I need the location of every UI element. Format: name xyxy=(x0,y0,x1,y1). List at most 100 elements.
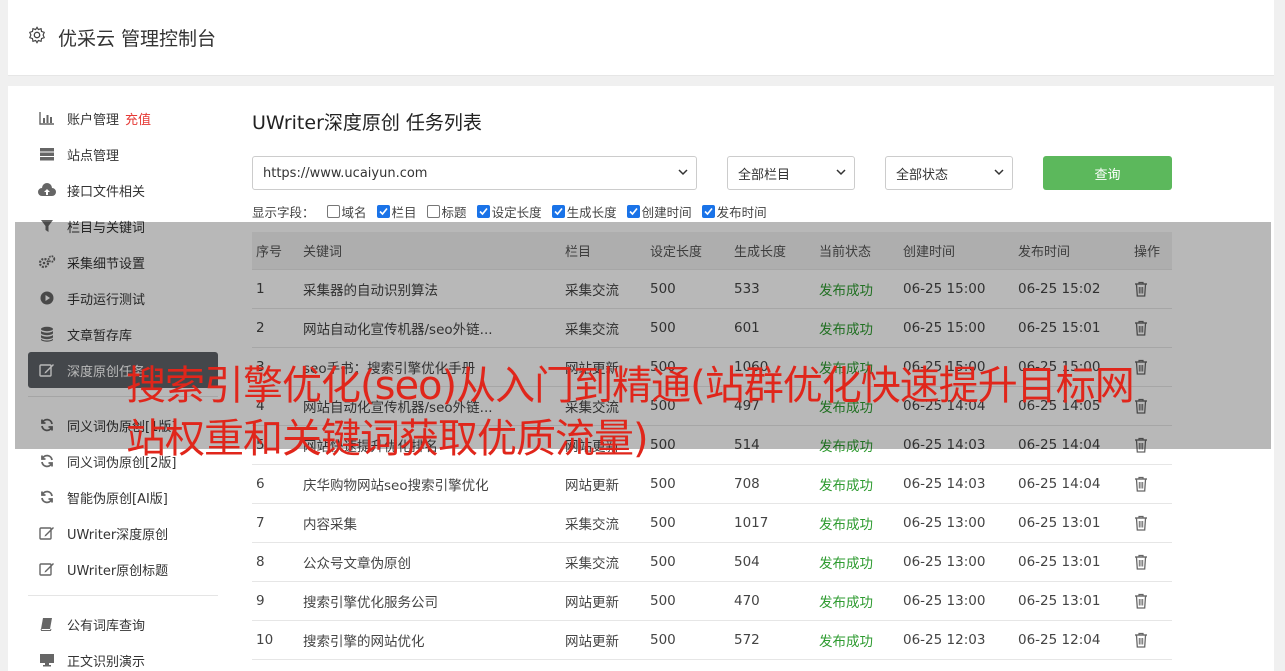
table-cell: 06-25 13:00 xyxy=(903,515,986,531)
table-cell: 10 xyxy=(256,632,274,648)
table-cell: 500 xyxy=(650,593,676,609)
sidebar-item-label: UWriter原创标题 xyxy=(67,563,169,579)
checkbox-box[interactable] xyxy=(626,205,640,218)
site-select-value: https://www.ucaiyun.com xyxy=(263,165,428,181)
table-cell: 采集交流 xyxy=(565,517,619,533)
table-cell: 504 xyxy=(734,554,760,570)
book-icon xyxy=(38,616,56,632)
status-select-value: 全部状态 xyxy=(896,167,949,183)
field-checkbox-column[interactable]: 栏目 xyxy=(376,202,417,221)
trash-icon[interactable] xyxy=(1134,593,1148,609)
field-checkbox-gen-length[interactable]: 生成长度 xyxy=(551,202,617,221)
field-checkbox-set-length[interactable]: 设定长度 xyxy=(476,202,542,221)
gear-icon xyxy=(29,26,45,44)
display-fields: 显示字段： 域名 栏目 标题 设定长度 生成长度 创建时间 发布时间 xyxy=(252,202,777,221)
table-row: 8 公众号文章伪原创 采集交流 500 504 发布成功 06-25 13:00 06-25 … xyxy=(252,543,1172,582)
bar-chart-icon xyxy=(38,110,56,126)
status-select[interactable]: 全部状态 xyxy=(885,156,1013,190)
sidebar-item-sites[interactable]: 站点管理 xyxy=(28,136,218,172)
table-cell: 708 xyxy=(734,476,760,492)
field-checkbox-title[interactable]: 标题 xyxy=(426,202,467,221)
checkbox-label: 设定长度 xyxy=(491,205,542,220)
edit-icon xyxy=(38,525,56,541)
column-select[interactable]: 全部栏目 xyxy=(727,156,855,190)
sidebar-item-label: 正文识别演示 xyxy=(67,654,146,670)
site-select[interactable]: https://www.ucaiyun.com xyxy=(252,156,697,190)
actions-cell xyxy=(1134,476,1172,492)
checkbox-label: 域名 xyxy=(341,205,367,220)
refresh-icon xyxy=(38,453,56,469)
checkbox-box[interactable] xyxy=(376,205,390,218)
table-cell: 网站更新 xyxy=(565,634,619,650)
table-row: 10 搜索引擎的网站优化 网站更新 500 572 发布成功 06-25 12:03 06-2… xyxy=(252,621,1172,660)
checkbox-box[interactable] xyxy=(551,205,565,218)
table-cell: 06-25 13:01 xyxy=(1018,515,1101,531)
table-cell: 470 xyxy=(734,593,760,609)
table-cell: 1017 xyxy=(734,515,769,531)
table-cell: 内容采集 xyxy=(303,517,357,533)
sidebar-item-label: 站点管理 xyxy=(67,148,120,164)
table-cell: 庆华购物网站seo搜索引擎优化 xyxy=(303,478,489,494)
table-cell: 网站更新 xyxy=(565,478,619,494)
table-row: 7 内容采集 采集交流 500 1017 发布成功 06-25 13:00 06-25 13:… xyxy=(252,504,1172,543)
overlay-headline: 搜索引擎优化(seo)从入门到精通(站群优化快速提升目标网站权重和关键词获取优质… xyxy=(126,363,1135,462)
trash-icon[interactable] xyxy=(1134,554,1148,570)
table-cell: 8 xyxy=(256,554,265,570)
actions-cell xyxy=(1134,554,1172,570)
table-cell: 06-25 13:01 xyxy=(1018,593,1101,609)
chevron-down-icon xyxy=(678,169,688,176)
checkbox-label: 栏目 xyxy=(391,205,417,220)
checkbox-label: 创建时间 xyxy=(641,205,692,220)
table-cell: 06-25 12:03 xyxy=(903,632,986,648)
sidebar-item-label: 智能伪原创[AI版] xyxy=(67,491,168,507)
sidebar-item-public-lexicon[interactable]: 公有词库查询 xyxy=(28,606,218,642)
checkbox-box[interactable] xyxy=(326,205,340,218)
table-row: 6 庆华购物网站seo搜索引擎优化 网站更新 500 708 发布成功 06-25 14:0… xyxy=(252,465,1172,504)
refresh-icon xyxy=(38,489,56,505)
filter-bar: https://www.ucaiyun.com 全部栏目 全部状态 查询 xyxy=(252,156,1172,190)
table-cell: 500 xyxy=(650,554,676,570)
table-cell: 06-25 14:03 xyxy=(903,476,986,492)
table-cell: 搜索引擎的网站优化 xyxy=(303,634,425,650)
trash-icon[interactable] xyxy=(1134,476,1148,492)
actions-cell xyxy=(1134,632,1172,648)
table-cell: 06-25 13:01 xyxy=(1018,554,1101,570)
field-checkbox-created[interactable]: 创建时间 xyxy=(626,202,692,221)
cloud-upload-icon xyxy=(38,182,56,198)
checkbox-box[interactable] xyxy=(426,205,440,218)
status-cell: 发布成功 xyxy=(819,478,873,494)
status-cell: 发布成功 xyxy=(819,556,873,572)
column-select-value: 全部栏目 xyxy=(738,167,791,183)
checkbox-box[interactable] xyxy=(701,205,715,218)
table-cell: 7 xyxy=(256,515,265,531)
page-title: UWriter深度原创 任务列表 xyxy=(252,112,482,134)
query-button[interactable]: 查询 xyxy=(1043,156,1172,190)
table-cell: 06-25 12:04 xyxy=(1018,632,1101,648)
sidebar-item-label: 接口文件相关 xyxy=(67,184,146,200)
sidebar-item-uwriter-deep[interactable]: UWriter深度原创 xyxy=(28,515,218,551)
trash-icon[interactable] xyxy=(1134,632,1148,648)
checkbox-label: 发布时间 xyxy=(716,205,767,220)
sidebar-item-ai-rewrite[interactable]: 智能伪原创[AI版] xyxy=(28,479,218,515)
trash-icon[interactable] xyxy=(1134,515,1148,531)
checkbox-box[interactable] xyxy=(476,205,490,218)
checkbox-label: 生成长度 xyxy=(566,205,617,220)
field-checkbox-domain[interactable]: 域名 xyxy=(326,202,367,221)
edit-icon xyxy=(38,561,56,577)
table-cell: 500 xyxy=(650,515,676,531)
sidebar-item-uwriter-title[interactable]: UWriter原创标题 xyxy=(28,551,218,587)
top-bar: 优采云 管理控制台 xyxy=(8,0,1274,76)
table-cell: 搜索引擎优化服务公司 xyxy=(303,595,438,611)
sidebar-item-text-recognition[interactable]: 正文识别演示 xyxy=(28,642,218,671)
server-icon xyxy=(38,146,56,162)
monitor-icon xyxy=(38,652,56,668)
table-cell: 06-25 14:04 xyxy=(1018,476,1101,492)
recharge-link[interactable]: 充值 xyxy=(125,109,151,128)
table-cell: 采集交流 xyxy=(565,556,619,572)
status-cell: 发布成功 xyxy=(819,634,873,650)
table-cell: 06-25 13:00 xyxy=(903,554,986,570)
sidebar-item-account[interactable]: 账户管理 充值 xyxy=(28,100,218,136)
table-cell: 公众号文章伪原创 xyxy=(303,556,411,572)
sidebar-item-interface[interactable]: 接口文件相关 xyxy=(28,172,218,208)
field-checkbox-published[interactable]: 发布时间 xyxy=(701,202,767,221)
